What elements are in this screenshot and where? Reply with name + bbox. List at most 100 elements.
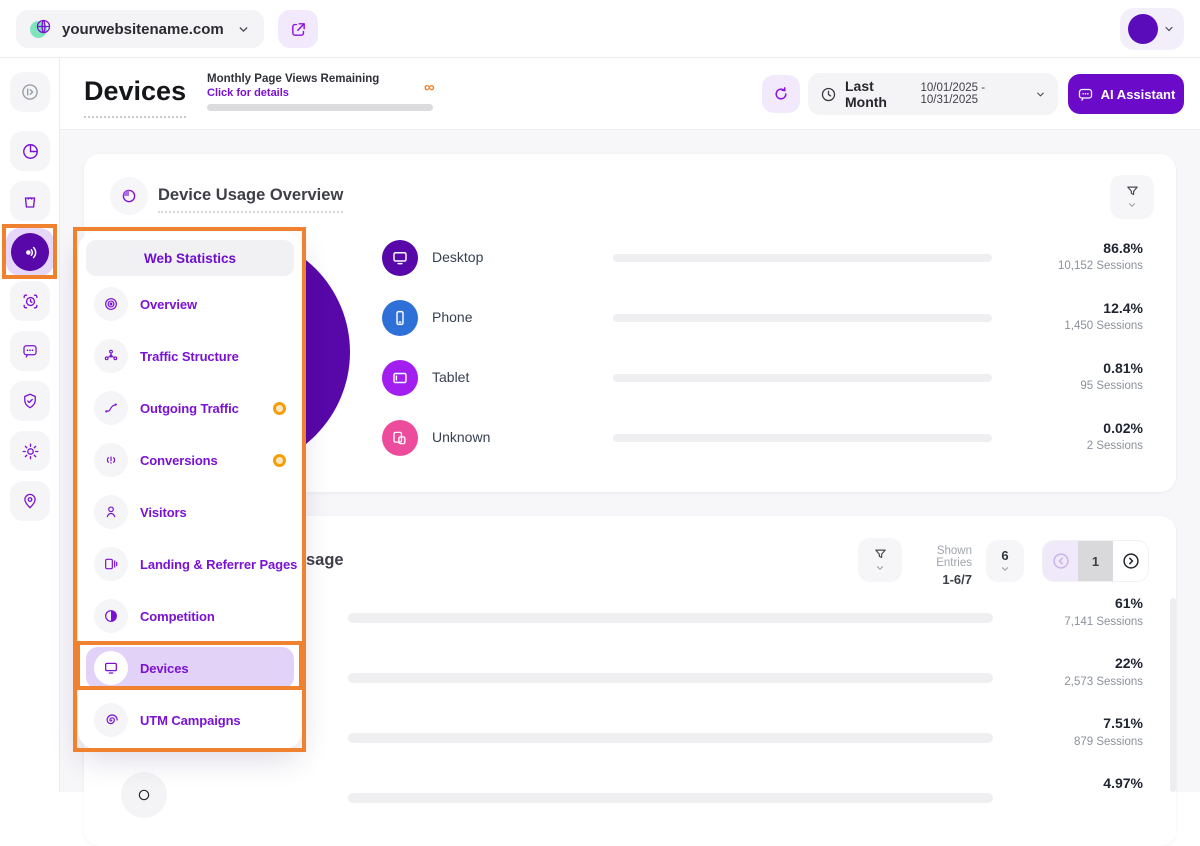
usage-bar <box>348 793 993 803</box>
card2-title-partial: sage <box>306 551 344 570</box>
legend-label: Desktop <box>432 249 483 265</box>
menu-item-competition[interactable]: Competition <box>86 595 294 637</box>
period-range: 10/01/2025 - 10/31/2025 <box>920 82 1027 106</box>
menu-item-conversions[interactable]: Conversions <box>86 439 294 481</box>
monthly-pageviews-block: Monthly Page Views Remaining Click for d… <box>207 73 433 99</box>
arrow-right-circle-icon <box>1121 551 1141 571</box>
usage-bar <box>348 733 993 743</box>
shown-entries-value: 1-6/7 <box>902 572 972 587</box>
gear-icon <box>21 442 40 461</box>
sidebar-item-security[interactable] <box>10 381 50 421</box>
usage-values: 12.4% 1,450 Sessions <box>1064 300 1143 332</box>
refresh-icon <box>772 85 790 103</box>
card1-filter-button[interactable] <box>1110 175 1154 219</box>
menu-item-overview[interactable]: Overview <box>86 283 294 325</box>
shown-entries-label: Shown Entries <box>902 545 972 569</box>
chevron-down-icon <box>1163 23 1175 35</box>
usage-bar <box>613 314 992 322</box>
user-menu[interactable] <box>1120 8 1184 50</box>
page-size-value: 6 <box>1001 548 1008 563</box>
menu-item-devices[interactable]: Devices <box>86 647 294 689</box>
row-pct: 61% <box>1115 595 1143 611</box>
ai-assistant-button[interactable]: AI Assistant <box>1068 74 1184 114</box>
refresh-button[interactable] <box>762 75 800 113</box>
shown-entries: Shown Entries 1-6/7 <box>902 545 972 587</box>
web-statistics-flyout-menu: Web Statistics Overview Traffic Structur… <box>78 232 302 749</box>
location-pin-icon <box>21 492 39 510</box>
notification-badge <box>273 402 286 415</box>
chevron-down-icon <box>1127 200 1137 210</box>
clock-icon <box>820 86 837 103</box>
usage-bar <box>613 374 992 382</box>
row-pct: 4.97% <box>1103 775 1143 791</box>
external-link-icon <box>290 21 307 38</box>
prev-page-button[interactable] <box>1043 541 1078 581</box>
sidebar-item-location[interactable] <box>10 481 50 521</box>
top-bar: yourwebsitename.com <box>0 0 1200 58</box>
menu-item-utm-campaigns[interactable]: UTM Campaigns <box>86 699 294 741</box>
usage-bar <box>613 254 992 262</box>
desktop-monitor-icon <box>382 240 418 276</box>
session-clock-icon <box>21 292 40 311</box>
legend-row-unknown: Unknown 0.02% 2 Sessions <box>382 414 1143 462</box>
menu-item-traffic-structure[interactable]: Traffic Structure <box>86 335 294 377</box>
menu-item-outgoing-traffic[interactable]: Outgoing Traffic <box>86 387 294 429</box>
legend-row-tablet: Tablet 0.81% 95 Sessions <box>382 354 1143 402</box>
sidebar-item-analytics[interactable] <box>10 131 50 171</box>
infinity-symbol: ∞ <box>424 79 435 96</box>
shield-check-icon <box>21 392 39 410</box>
unknown-devices-icon <box>382 420 418 456</box>
sidebar-expand-button[interactable] <box>10 72 50 112</box>
menu-header: Web Statistics <box>86 240 294 276</box>
chevron-down-icon <box>237 23 250 36</box>
menu-item-visitors[interactable]: Visitors <box>86 491 294 533</box>
page-title: Devices <box>84 76 186 118</box>
monthly-pageviews-progressbar <box>207 104 433 111</box>
spiral-icon <box>94 703 128 737</box>
legend-row-desktop: Desktop 86.8% 10,152 Sessions <box>382 234 1143 282</box>
pages-icon <box>94 547 128 581</box>
sidebar-item-feedback[interactable] <box>10 331 50 371</box>
notification-badge <box>273 454 286 467</box>
avatar <box>1128 14 1158 44</box>
page-size-selector[interactable]: 6 <box>986 540 1024 582</box>
date-range-selector[interactable]: Last Month 10/01/2025 - 10/31/2025 <box>808 73 1058 115</box>
sidebar-item-session-recording[interactable] <box>10 281 50 321</box>
filter-funnel-icon <box>1125 184 1140 199</box>
list-scrollbar[interactable] <box>1170 598 1176 792</box>
sidebar-item-ecommerce[interactable] <box>10 181 50 221</box>
monthly-pageviews-details-link[interactable]: Click for details <box>207 87 433 99</box>
broadcast-icon <box>94 443 128 477</box>
row-pct: 22% <box>1115 655 1143 671</box>
person-icon <box>94 495 128 529</box>
legend-row-phone: Phone 12.4% 1,450 Sessions <box>382 294 1143 342</box>
monthly-pageviews-label: Monthly Page Views Remaining <box>207 73 433 85</box>
next-page-button[interactable] <box>1113 541 1148 581</box>
website-favicon-icon <box>30 18 52 40</box>
arrow-left-circle-icon <box>1051 551 1071 571</box>
menu-item-landing-referrer-pages[interactable]: Landing & Referrer Pages <box>86 543 294 585</box>
website-selector[interactable]: yourwebsitename.com <box>16 10 264 48</box>
pie-chart-icon <box>110 177 148 215</box>
row-sessions: 7,141 Sessions <box>1064 616 1143 628</box>
open-website-button[interactable] <box>278 10 318 48</box>
legend-label: Tablet <box>432 369 469 385</box>
period-label: Last Month <box>845 78 908 110</box>
list-row: 4.97% <box>108 767 1143 823</box>
card2-filter-button[interactable] <box>858 538 902 582</box>
current-page: 1 <box>1078 541 1113 581</box>
usage-values: 0.02% 2 Sessions <box>1087 420 1143 452</box>
ai-chat-icon <box>1077 86 1094 103</box>
usage-bar <box>613 434 992 442</box>
row-sessions: 2,573 Sessions <box>1064 676 1143 688</box>
sidebar-item-settings[interactable] <box>10 431 50 471</box>
monitor-icon <box>94 651 128 685</box>
half-circle-icon <box>94 599 128 633</box>
ai-assistant-label: AI Assistant <box>1101 87 1176 102</box>
legend-label: Unknown <box>432 429 490 445</box>
shopping-bag-icon <box>21 192 39 210</box>
sidebar-item-web-statistics[interactable] <box>6 228 54 276</box>
usage-values: 86.8% 10,152 Sessions <box>1058 240 1143 272</box>
row-pct: 7.51% <box>1103 715 1143 731</box>
tablet-icon <box>382 360 418 396</box>
